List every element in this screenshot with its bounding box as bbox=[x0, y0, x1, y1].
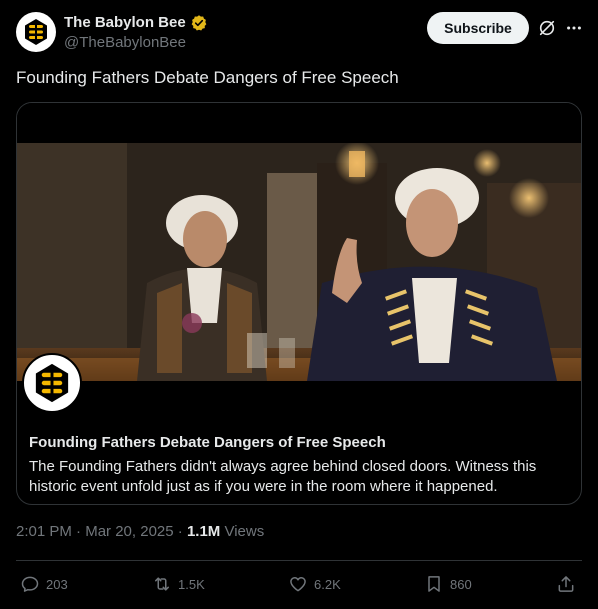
action-bar: 203 1.5K 6.2K 860 bbox=[16, 570, 582, 598]
reply-count: 203 bbox=[46, 576, 68, 592]
account-handle[interactable]: @TheBabylonBee bbox=[64, 33, 208, 53]
repost-icon bbox=[155, 577, 169, 591]
meta-separator: · bbox=[76, 523, 86, 540]
display-name[interactable]: The Babylon Bee bbox=[64, 13, 186, 33]
more-icon bbox=[567, 26, 581, 30]
account-names: The Babylon Bee @TheBabylonBee bbox=[64, 13, 208, 53]
tweet-time[interactable]: 2:01 PM bbox=[16, 523, 72, 540]
tweet-header: The Babylon Bee @TheBabylonBee Subscribe bbox=[16, 12, 582, 52]
link-card[interactable]: Founding Fathers Debate Dangers of Free … bbox=[16, 102, 582, 505]
subscribe-button[interactable]: Subscribe bbox=[427, 12, 529, 44]
divider bbox=[16, 560, 582, 561]
bookmark-icon bbox=[428, 576, 440, 592]
grok-icon bbox=[539, 20, 555, 36]
card-media[interactable] bbox=[17, 103, 581, 421]
reply-icon bbox=[21, 576, 39, 592]
bookmark-button[interactable]: 860 bbox=[424, 570, 472, 598]
more-button[interactable] bbox=[564, 18, 584, 38]
card-title[interactable]: Founding Fathers Debate Dangers of Free … bbox=[29, 433, 571, 453]
card-info[interactable]: Founding Fathers Debate Dangers of Free … bbox=[17, 421, 581, 504]
babylon-bee-logo-icon bbox=[25, 19, 47, 45]
repost-count: 1.5K bbox=[178, 576, 205, 592]
views-label: Views bbox=[224, 523, 265, 540]
display-name-row[interactable]: The Babylon Bee bbox=[64, 13, 208, 33]
views-count: 1.1M bbox=[186, 523, 221, 540]
account-avatar[interactable] bbox=[16, 12, 56, 52]
tweet-meta: 2:01 PM · Mar 20, 2025 · 1.1M Views bbox=[16, 522, 264, 542]
share-button[interactable] bbox=[556, 570, 576, 598]
card-description: The Founding Fathers didn't always agree… bbox=[29, 458, 537, 495]
like-count: 6.2K bbox=[314, 576, 341, 592]
reply-button[interactable]: 203 bbox=[20, 570, 68, 598]
meta-separator: · bbox=[177, 523, 187, 540]
grok-button[interactable] bbox=[537, 18, 557, 38]
share-icon bbox=[558, 576, 574, 592]
babylon-bee-logo-icon bbox=[35, 363, 69, 403]
tweet-text: Founding Fathers Debate Dangers of Free … bbox=[16, 68, 399, 87]
heart-icon bbox=[290, 577, 306, 592]
card-avatar bbox=[22, 353, 82, 413]
video-thumbnail[interactable] bbox=[17, 143, 581, 381]
bookmark-count: 860 bbox=[450, 576, 472, 592]
verified-badge-icon[interactable] bbox=[190, 14, 208, 32]
tweet-date[interactable]: Mar 20, 2025 bbox=[85, 523, 173, 540]
like-button[interactable]: 6.2K bbox=[288, 570, 341, 598]
repost-button[interactable]: 1.5K bbox=[152, 570, 205, 598]
thumbnail-image bbox=[17, 143, 581, 381]
